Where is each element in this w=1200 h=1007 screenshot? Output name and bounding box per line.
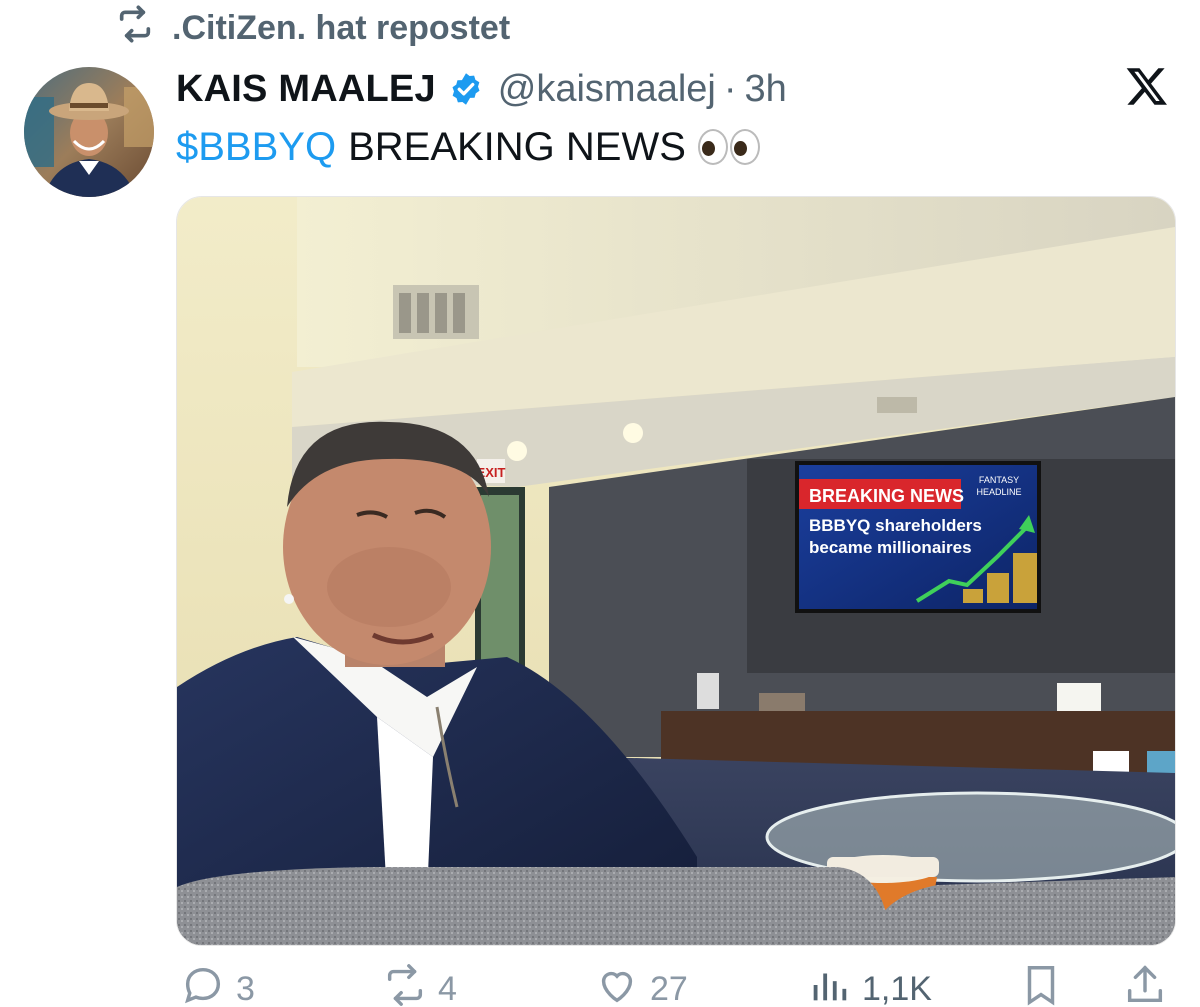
like-count: 27 (650, 969, 688, 1007)
tweet-text: $BBBYQ BREAKING NEWS (176, 120, 760, 174)
bookmark-button[interactable] (1018, 964, 1064, 1007)
repost-action-icon (382, 962, 428, 1007)
share-icon (1122, 962, 1168, 1007)
tv-banner: BREAKING NEWS (809, 486, 964, 506)
views-chart-icon (806, 962, 852, 1007)
reply-button[interactable]: 3 (180, 964, 255, 1007)
views-button[interactable]: 1,1K (806, 964, 932, 1007)
bookmark-icon (1018, 962, 1064, 1007)
tweet-actions: 3 4 27 1,1K (176, 962, 1176, 1007)
timestamp[interactable]: 3h (745, 68, 787, 111)
repost-icon (112, 4, 158, 53)
separator-dot: · (723, 67, 737, 110)
author-name[interactable]: KAIS MAALEJ (176, 68, 436, 111)
tweet-photo[interactable]: EXIT BREAKING NEWS FANTASY HEADLINE BBBY… (176, 196, 1176, 946)
like-button[interactable]: 27 (594, 964, 688, 1007)
share-button[interactable] (1122, 964, 1168, 1007)
reply-count: 3 (236, 969, 255, 1007)
repost-count: 4 (438, 969, 457, 1007)
tweet-body-text: BREAKING NEWS (348, 124, 686, 169)
repost-indicator: .CitiZen. hat repostet (112, 4, 510, 53)
avatar[interactable] (24, 67, 154, 197)
verified-badge-icon (448, 71, 484, 107)
views-count: 1,1K (862, 969, 932, 1007)
repost-text[interactable]: .CitiZen. hat repostet (172, 9, 510, 48)
author-handle[interactable]: @kaismaalej (498, 68, 716, 111)
reply-icon (180, 962, 226, 1007)
tv-screen: BREAKING NEWS FANTASY HEADLINE BBBYQ sha… (795, 461, 1041, 613)
cashtag-link[interactable]: $BBBYQ (176, 125, 336, 170)
tweet-header: KAIS MAALEJ @kaismaalej · 3h (176, 62, 787, 116)
repost-button[interactable]: 4 (382, 962, 457, 1007)
tv-headline-line2: became millionaires (809, 538, 972, 557)
eyes-emoji-icon (697, 129, 760, 165)
tv-headline-line1: BBBYQ shareholders (809, 516, 982, 535)
tv-tag-line2: HEADLINE (976, 487, 1021, 497)
tv-tag-line1: FANTASY (979, 475, 1019, 485)
x-logo-icon (1124, 64, 1170, 108)
heart-icon (594, 962, 640, 1007)
tweet-card[interactable]: .CitiZen. hat repostet KAIS MAALEJ @kais… (0, 0, 1200, 1007)
